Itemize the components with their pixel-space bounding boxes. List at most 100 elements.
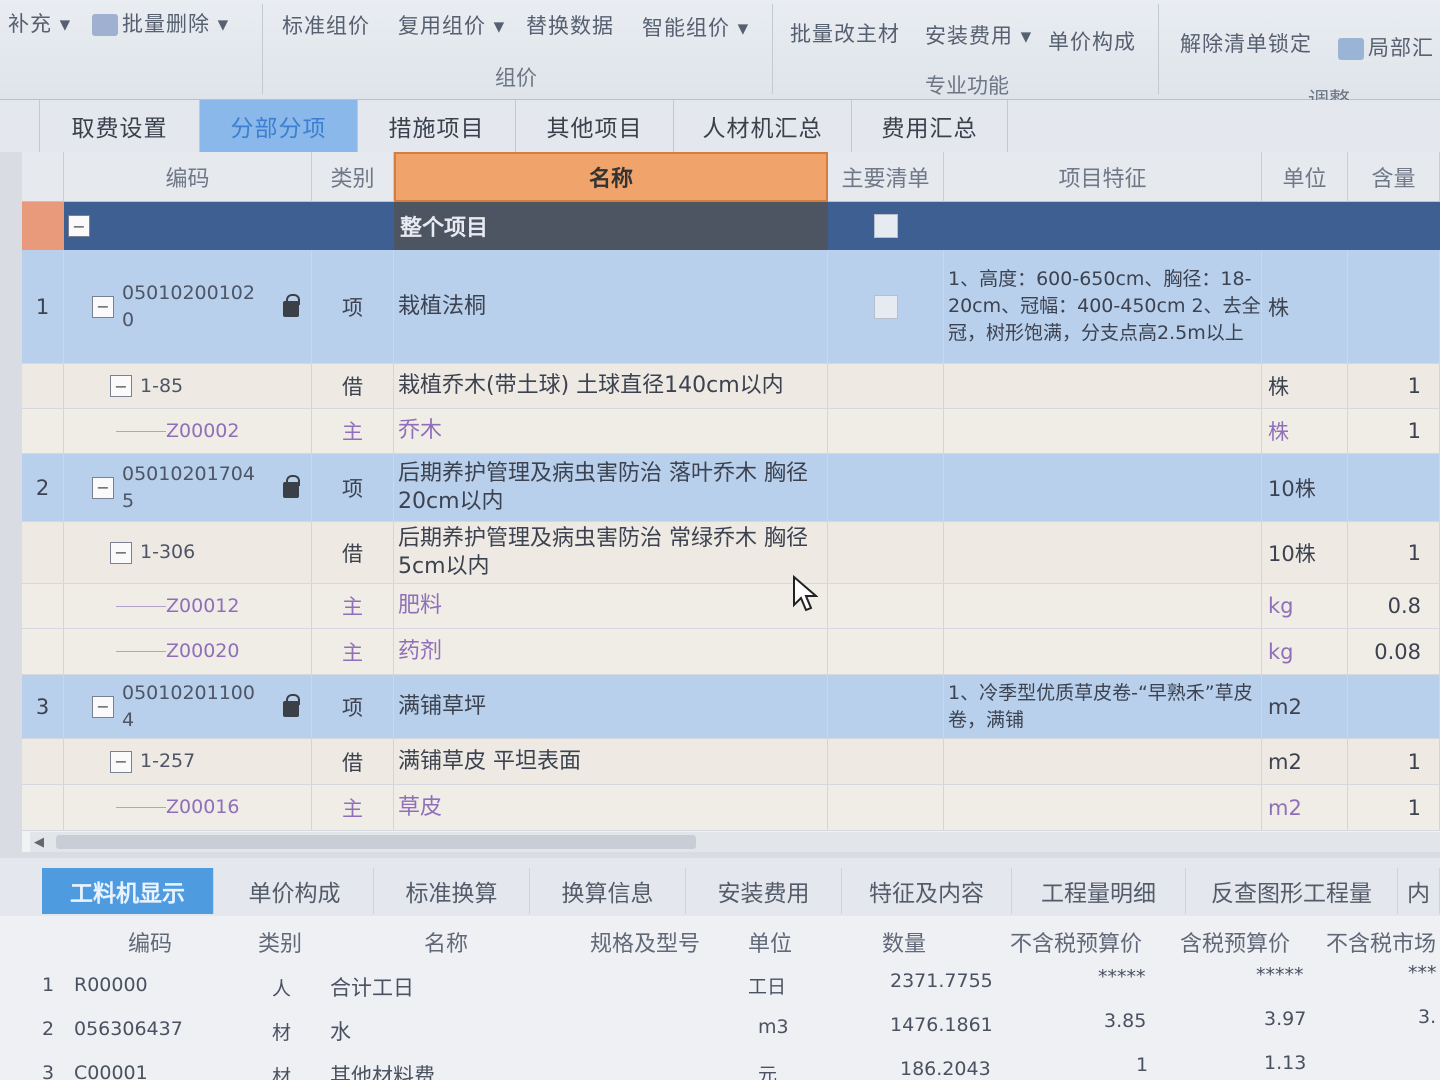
bottom-header-name[interactable]: 名称 — [424, 926, 468, 958]
row-name[interactable]: 后期养护管理及病虫害防治 常绿乔木 胸径5cm以内 — [394, 522, 828, 583]
batch-main-material-label: 批量改主材 — [790, 22, 900, 46]
bottom-row-name[interactable]: 合计工日 — [330, 972, 414, 1002]
bottom-row-quantity[interactable]: 186.2043 — [900, 1058, 991, 1080]
bottom-row-code[interactable]: C00001 — [74, 1062, 148, 1080]
smart-pricing-button[interactable]: 智能组价 ▾ — [642, 12, 749, 42]
table-row[interactable]: Z00002 主 乔木 株 1 — [22, 409, 1440, 454]
collapse-icon[interactable]: − — [92, 476, 114, 499]
collapse-icon[interactable]: − — [92, 695, 114, 718]
row-features[interactable] — [944, 584, 1262, 628]
column-header-type[interactable]: 类别 — [312, 152, 394, 202]
tab-fee-summary[interactable]: 费用汇总 — [852, 100, 1008, 152]
main-list-checkbox[interactable] — [828, 250, 944, 363]
tab-features-content[interactable]: 特征及内容 — [842, 868, 1012, 914]
tab-install-fee[interactable]: 安装费用 — [686, 868, 842, 914]
tab-sub-items[interactable]: 分部分项 — [200, 100, 358, 152]
bottom-row-code[interactable]: 056306437 — [74, 1018, 183, 1040]
row-name[interactable]: 栽植乔木(带土球) 土球直径140cm以内 — [394, 364, 828, 408]
bottom-header-market-price[interactable]: 不含税市场 — [1326, 926, 1436, 958]
smart-pricing-label: 智能组价 — [642, 16, 730, 40]
bottom-header-price-excl-tax[interactable]: 不含税预算价 — [1010, 926, 1142, 958]
bottom-header-code[interactable]: 编码 — [128, 926, 172, 958]
table-row[interactable]: Z00016 主 草皮 m2 1 — [22, 785, 1440, 831]
row-features[interactable] — [944, 739, 1262, 784]
collapse-icon[interactable]: − — [92, 295, 114, 318]
root-main-list-checkbox[interactable] — [828, 202, 944, 250]
row-features[interactable]: 1、冷季型优质草皮卷-“早熟禾”草皮卷，满铺 — [944, 675, 1262, 738]
batch-delete-button[interactable]: 批量删除 ▾ — [92, 8, 229, 38]
tab-standard-conversion[interactable]: 标准换算 — [374, 868, 530, 914]
scroll-left-icon[interactable]: ◀ — [34, 835, 44, 850]
bottom-header-type[interactable]: 类别 — [258, 926, 302, 958]
project-root-row[interactable]: − 整个项目 — [22, 202, 1440, 250]
column-header-quantity[interactable]: 含量 — [1348, 152, 1440, 202]
root-collapse-toggle[interactable]: − — [68, 202, 98, 250]
tab-labor-material-summary[interactable]: 人材机汇总 — [674, 100, 852, 152]
bottom-row-name[interactable]: 水 — [330, 1016, 351, 1046]
row-name[interactable]: 满铺草坪 — [394, 675, 828, 738]
bottom-row-name[interactable]: 其他材料费 — [330, 1060, 435, 1080]
row-features[interactable]: 1、高度：600-650cm、胸径：18-20cm、冠幅：400-450cm 2… — [944, 250, 1262, 363]
column-header-name[interactable]: 名称 — [394, 152, 828, 202]
tab-material-display[interactable]: 工料机显示 — [42, 868, 214, 914]
row-features[interactable] — [944, 409, 1262, 453]
row-features[interactable] — [944, 785, 1262, 830]
batch-main-material-button[interactable]: 批量改主材 — [790, 18, 900, 48]
table-row[interactable]: −1-306 借 后期养护管理及病虫害防治 常绿乔木 胸径5cm以内 10株 1 — [22, 522, 1440, 584]
row-name[interactable]: 药剂 — [394, 629, 828, 674]
row-features[interactable] — [944, 629, 1262, 674]
tab-other-items[interactable]: 其他项目 — [516, 100, 674, 152]
partial-summary-button[interactable]: 局部汇 — [1338, 32, 1434, 62]
collapse-icon[interactable]: − — [110, 541, 132, 564]
bottom-header-price-incl-tax[interactable]: 含税预算价 — [1180, 926, 1290, 958]
table-row[interactable]: 1 − 05010200102 0 项 栽植法桐 1、高度：600-650cm、胸… — [22, 250, 1440, 364]
row-unit: 株 — [1262, 409, 1348, 453]
collapse-icon[interactable]: − — [110, 375, 132, 397]
install-fee-button[interactable]: 安装费用 ▾ — [925, 20, 1032, 50]
replace-data-button[interactable]: 替换数据 — [526, 10, 614, 40]
table-row[interactable]: 3 − 05010201100 4 项 满铺草坪 1、冷季型优质草皮卷-“早熟禾”… — [22, 675, 1440, 739]
bottom-row-code[interactable]: R00000 — [74, 974, 148, 996]
bottom-row-quantity[interactable]: 2371.7755 — [890, 970, 993, 992]
row-name[interactable]: 栽植法桐 — [394, 250, 828, 363]
bottom-header-quantity[interactable]: 数量 — [882, 926, 926, 958]
tab-reverse-graphic-quantity[interactable]: 反查图形工程量 — [1186, 868, 1398, 914]
column-header-unit[interactable]: 单位 — [1262, 152, 1348, 202]
row-name[interactable]: 乔木 — [394, 409, 828, 453]
row-features[interactable] — [944, 522, 1262, 583]
row-name[interactable]: 肥料 — [394, 584, 828, 628]
standard-pricing-button[interactable]: 标准组价 — [282, 10, 370, 40]
row-name[interactable]: 草皮 — [394, 785, 828, 830]
unlock-list-button[interactable]: 解除清单锁定 — [1180, 28, 1312, 58]
tab-measures[interactable]: 措施项目 — [358, 100, 516, 152]
supplement-button[interactable]: 补充 ▾ — [8, 8, 71, 38]
row-name[interactable]: 满铺草皮 平坦表面 — [394, 739, 828, 784]
tab-conversion-info[interactable]: 换算信息 — [530, 868, 686, 914]
tab-unit-price[interactable]: 单价构成 — [216, 868, 374, 914]
table-row[interactable]: −1-257 借 满铺草皮 平坦表面 m2 1 — [22, 739, 1440, 785]
bottom-row-price-excl-tax: 1 — [1136, 1054, 1149, 1076]
table-row[interactable]: Z00020 主 药剂 kg 0.08 — [22, 629, 1440, 675]
bottom-header-spec[interactable]: 规格及型号 — [590, 926, 700, 958]
mouse-cursor-icon — [793, 575, 818, 612]
collapse-icon[interactable]: − — [110, 750, 132, 773]
column-header-code[interactable]: 编码 — [64, 152, 312, 202]
bottom-header-unit[interactable]: 单位 — [748, 926, 792, 958]
row-name[interactable]: 后期养护管理及病虫害防治 落叶乔木 胸径20cm以内 — [394, 454, 828, 521]
tab-fee-settings[interactable]: 取费设置 — [40, 100, 200, 152]
tab-more[interactable]: 内 — [1398, 868, 1440, 914]
table-row[interactable]: Z00012 主 肥料 kg 0.8 — [22, 584, 1440, 629]
horizontal-scrollbar[interactable]: ◀ — [30, 832, 1440, 852]
table-row[interactable]: −1-85 借 栽植乔木(带土球) 土球直径140cm以内 株 1 — [22, 364, 1440, 409]
bottom-row-quantity[interactable]: 1476.1861 — [890, 1014, 993, 1036]
tab-quantity-details[interactable]: 工程量明细 — [1012, 868, 1186, 914]
table-row[interactable]: 2 − 05010201704 5 项 后期养护管理及病虫害防治 落叶乔木 胸径2… — [22, 454, 1440, 522]
column-header-features[interactable]: 项目特征 — [944, 152, 1262, 202]
unit-price-composition-button[interactable]: 单价构成 — [1048, 26, 1136, 56]
tab-quantity-details-label: 工程量明细 — [1041, 881, 1156, 907]
row-features[interactable] — [944, 454, 1262, 521]
scrollbar-thumb[interactable] — [56, 835, 696, 849]
column-header-main-list[interactable]: 主要清单 — [828, 152, 944, 202]
row-features[interactable] — [944, 364, 1262, 408]
reuse-pricing-button[interactable]: 复用组价 ▾ — [398, 10, 505, 40]
